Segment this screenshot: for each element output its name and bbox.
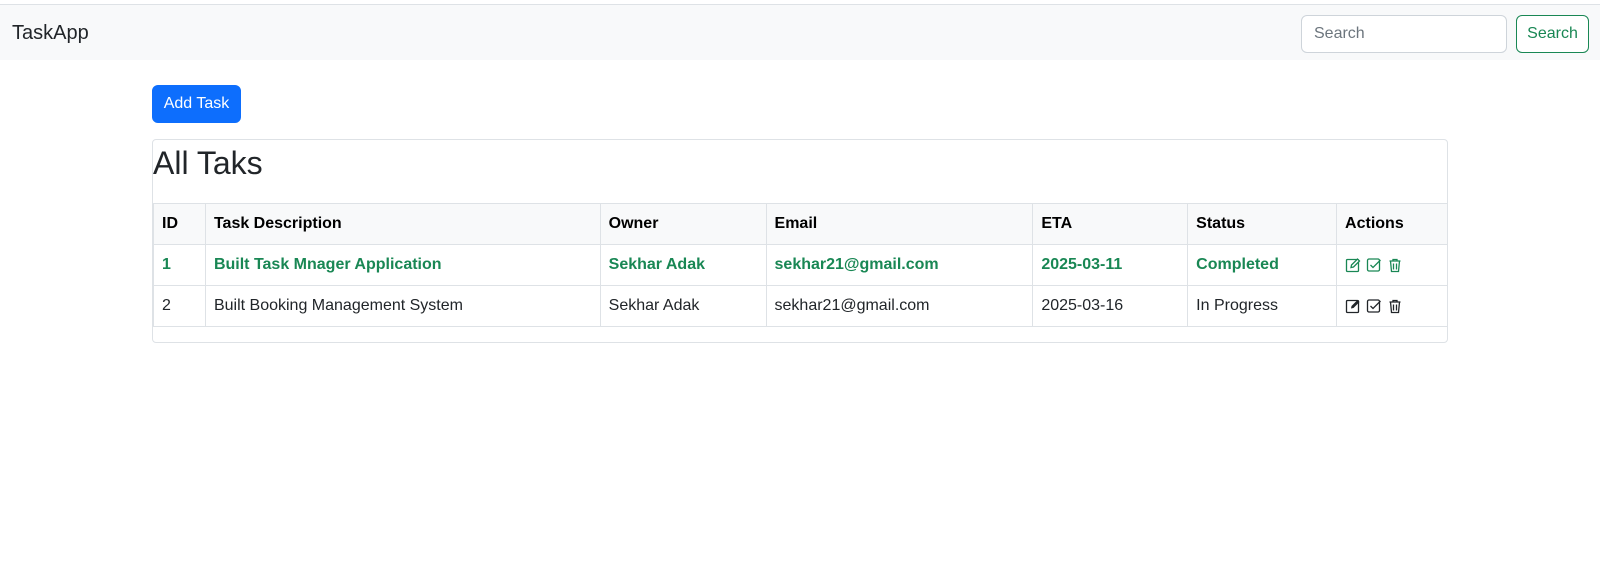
table-row: 1 Built Task Mnager Application Sekhar A… [153, 244, 1448, 286]
cell-email: sekhar21@gmail.com [765, 285, 1034, 327]
check-square-icon[interactable] [1366, 257, 1382, 273]
cell-eta: 2025-03-11 [1032, 244, 1189, 286]
cell-description: Built Booking Management System [204, 285, 601, 327]
brand[interactable]: TaskApp [12, 21, 89, 45]
search-input[interactable] [1301, 15, 1507, 53]
cell-status: Completed [1187, 244, 1338, 286]
cell-actions [1336, 285, 1448, 327]
column-header-email: Email [765, 203, 1034, 245]
cell-id: 2 [153, 285, 206, 327]
trash-icon[interactable] [1387, 298, 1403, 314]
cell-owner: Sekhar Adak [599, 244, 767, 286]
cell-status: In Progress [1187, 285, 1338, 327]
edit-icon[interactable] [1345, 257, 1361, 273]
column-header-description: Task Description [204, 203, 601, 245]
cell-email: sekhar21@gmail.com [765, 244, 1034, 286]
column-header-id: ID [153, 203, 206, 245]
cell-actions [1336, 244, 1448, 286]
column-header-eta: ETA [1032, 203, 1189, 245]
trash-icon[interactable] [1387, 257, 1403, 273]
column-header-owner: Owner [599, 203, 767, 245]
cell-owner: Sekhar Adak [599, 285, 767, 327]
search-button[interactable]: Search [1516, 15, 1589, 53]
tasks-card: All Taks ID Task Description Owner Email… [152, 139, 1448, 343]
check-square-icon[interactable] [1366, 298, 1382, 314]
cell-description: Built Task Mnager Application [204, 244, 601, 286]
column-header-actions: Actions [1336, 203, 1448, 245]
cell-id: 1 [153, 244, 206, 286]
add-task-button[interactable]: Add Task [152, 85, 241, 123]
table-header-row: ID Task Description Owner Email ETA Stat… [153, 203, 1448, 245]
navbar: TaskApp Search [0, 4, 1600, 60]
table-row: 2 Built Booking Management System Sekhar… [153, 285, 1448, 327]
cell-eta: 2025-03-16 [1032, 285, 1189, 327]
edit-icon[interactable] [1345, 298, 1361, 314]
column-header-status: Status [1187, 203, 1338, 245]
page-title: All Taks [153, 145, 263, 181]
tasks-table: ID Task Description Owner Email ETA Stat… [153, 203, 1448, 327]
